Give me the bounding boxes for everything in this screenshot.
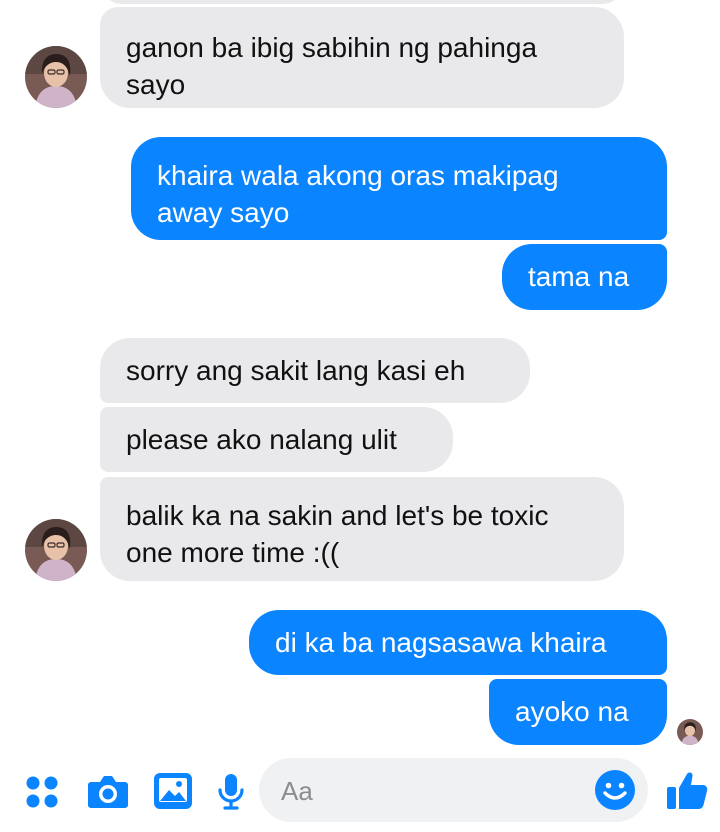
camera-icon (88, 776, 128, 808)
sent-message-bubble[interactable]: tama na (502, 244, 667, 310)
sent-message-bubble[interactable]: ayoko na (489, 679, 667, 745)
emoji-button[interactable] (593, 768, 637, 812)
gallery-icon (154, 773, 192, 809)
partial-previous-message (100, 0, 624, 4)
more-apps-icon (26, 776, 58, 808)
seen-receipt-avatar (677, 719, 703, 745)
received-message-bubble[interactable]: balik ka na sakin and let's be toxic one… (100, 477, 624, 581)
emoji-icon (595, 770, 635, 810)
camera-button[interactable] (86, 771, 130, 813)
received-message-bubble[interactable]: sorry ang sakit lang kasi eh (100, 338, 530, 403)
contact-photo-icon (25, 46, 87, 108)
seen-photo-icon (677, 719, 703, 745)
sent-message-bubble[interactable]: khaira wala akong oras makipag away sayo (131, 137, 667, 240)
received-message-bubble[interactable]: please ako nalang ulit (100, 407, 453, 472)
like-thumb-icon (667, 772, 708, 809)
message-input-container[interactable] (259, 758, 648, 824)
sent-message-bubble[interactable]: di ka ba nagsasawa khaira (249, 610, 667, 675)
like-button[interactable] (664, 766, 710, 814)
more-apps-button[interactable] (22, 772, 62, 812)
received-message-bubble[interactable]: ganon ba ibig sabihin ng pahinga sayo (100, 7, 624, 108)
gallery-button[interactable] (152, 770, 194, 812)
microphone-icon (218, 774, 244, 810)
contact-photo-icon (25, 519, 87, 581)
contact-avatar[interactable] (25, 519, 87, 581)
voice-record-button[interactable] (214, 770, 248, 814)
message-input[interactable] (279, 758, 583, 824)
chat-screen: ganon ba ibig sabihin ng pahinga sayo kh… (0, 0, 720, 832)
contact-avatar[interactable] (25, 46, 87, 108)
